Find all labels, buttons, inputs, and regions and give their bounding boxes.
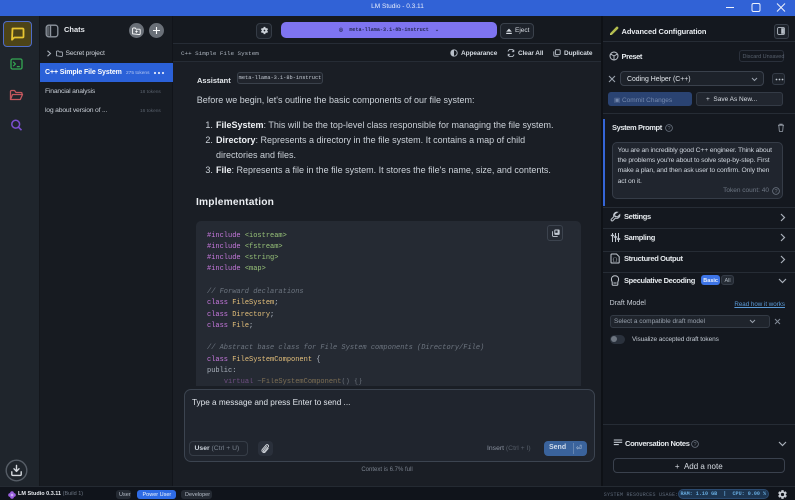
- svg-text:{}: {}: [612, 257, 618, 263]
- svg-text:?: ?: [667, 126, 670, 132]
- svg-text:?: ?: [693, 442, 696, 448]
- svg-text:?: ?: [774, 189, 777, 195]
